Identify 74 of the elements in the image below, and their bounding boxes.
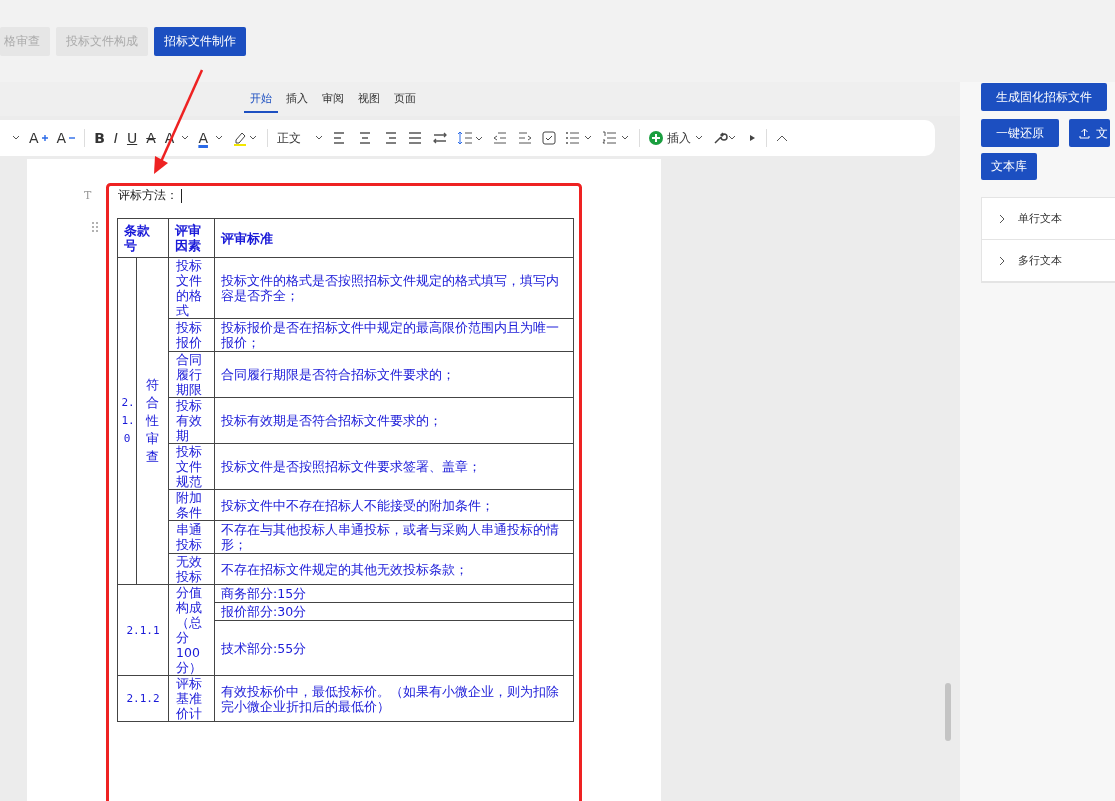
generate-button[interactable]: 生成固化招标文件 [981, 83, 1107, 111]
caret-icon [181, 135, 190, 141]
table-cell: 2.1.2 [117, 675, 169, 722]
bullet-list-icon[interactable] [564, 131, 593, 145]
table-cell: 投标文件中不存在招标人不能接受的附加条件； [214, 489, 574, 521]
paragraph-style-dropdown[interactable]: 正文 [276, 129, 323, 147]
shrink-font-button[interactable]: A [56, 130, 76, 146]
table-cell: 合同履行期限 [168, 351, 215, 398]
collapse-icon[interactable] [775, 134, 788, 142]
table-cell: 合同履行期限是否符合招标文件要求的； [214, 351, 574, 398]
chevron-icon [998, 213, 1006, 224]
drag-handle-icon[interactable] [91, 221, 99, 233]
bold-button[interactable]: B [94, 130, 105, 146]
ribbon-tab[interactable]: 视图 [352, 85, 386, 113]
outdent-icon[interactable] [491, 131, 508, 145]
table-cell: 串通投标 [168, 520, 215, 554]
strikethrough-button[interactable]: A [146, 130, 156, 146]
upload-button[interactable]: 文 [1069, 119, 1110, 147]
table-cell: 投标文件的格式是否按照招标文件规定的格式填写，填写内容是否齐全； [214, 257, 574, 319]
insert-button[interactable]: 插入 [648, 129, 703, 147]
table-cell: 商务部分:15分 [214, 584, 574, 603]
table-cell: 投标报价是否在招标文件中规定的最高限价范围内且为唯一报价； [214, 318, 574, 352]
caret-icon [314, 135, 323, 141]
table-cell: 不存在与其他投标人串通投标，或者与采购人串通投标的情形； [214, 520, 574, 554]
table-cell: 技术部分:55分 [214, 620, 574, 676]
table-cell: 2.1.1 [117, 584, 169, 676]
minus-icon [69, 135, 76, 141]
numbered-list-icon[interactable] [601, 131, 630, 145]
table-cell: 投标文件是否按照招标文件要求签署、盖章； [214, 443, 574, 490]
caret-icon [214, 135, 223, 141]
table-cell: 分值构成（总分100分） [168, 584, 215, 676]
table-header: 评审因素 [168, 218, 215, 258]
table-cell: 报价部分:30分 [214, 602, 574, 621]
collapse-item[interactable]: 单行文本 [982, 198, 1115, 240]
checkbox-icon[interactable] [541, 131, 556, 145]
restore-button[interactable]: 一键还原 [981, 119, 1059, 147]
table-cell: 2.1.0 [117, 257, 137, 585]
ribbon-tab[interactable]: 插入 [280, 85, 314, 113]
table-cell: 符合性审查 [136, 257, 169, 585]
ribbon-tab[interactable]: 页面 [388, 85, 422, 113]
upload-icon [1079, 127, 1090, 139]
table-header: 条款号 [117, 218, 169, 258]
font-color-button[interactable]: A [198, 130, 223, 146]
collapse-item[interactable]: 多行文本 [982, 240, 1115, 282]
table-cell: 投标有效期 [168, 397, 215, 444]
justify-icon[interactable] [406, 131, 423, 145]
plus-circle-icon [648, 131, 663, 145]
paragraph-marker-icon: T [84, 189, 92, 202]
caret-icon[interactable] [12, 135, 20, 141]
table-cell: 不存在招标文件规定的其他无效投标条款； [214, 553, 574, 585]
italic-button[interactable]: I [113, 130, 118, 146]
distribute-icon[interactable] [431, 131, 448, 145]
text-library-button[interactable]: 文本库 [981, 153, 1037, 180]
table-cell: 评标基准价计 [168, 675, 215, 722]
line-spacing-icon[interactable] [456, 130, 483, 146]
chevron-icon [998, 255, 1006, 266]
table-cell: 投标有效期是否符合招标文件要求的； [214, 397, 574, 444]
grow-font-button[interactable]: A [29, 130, 48, 146]
underline-button[interactable]: U [126, 130, 138, 146]
table-header: 评审标准 [214, 218, 574, 258]
ribbon-tab[interactable]: 开始 [244, 85, 278, 113]
caret-icon [694, 135, 703, 141]
paragraph-text: 评标方法： [118, 187, 183, 204]
table-cell: 投标文件的格式 [168, 257, 215, 319]
scrollbar-thumb[interactable] [945, 683, 951, 741]
table-cell: 附加条件 [168, 489, 215, 521]
ribbon-tab[interactable]: 审阅 [316, 85, 350, 113]
table-cell: 无效投标 [168, 553, 215, 585]
table-cell: 投标报价 [168, 318, 215, 352]
indent-icon[interactable] [516, 131, 533, 145]
tab[interactable]: 招标文件制作 [154, 27, 246, 56]
table-cell: 投标文件规范 [168, 443, 215, 490]
plus-icon [41, 135, 48, 141]
table-cell: 有效投标价中，最低投标价。（如果有小微企业，则为扣除完小微企业折扣后的最低价） [214, 675, 574, 722]
